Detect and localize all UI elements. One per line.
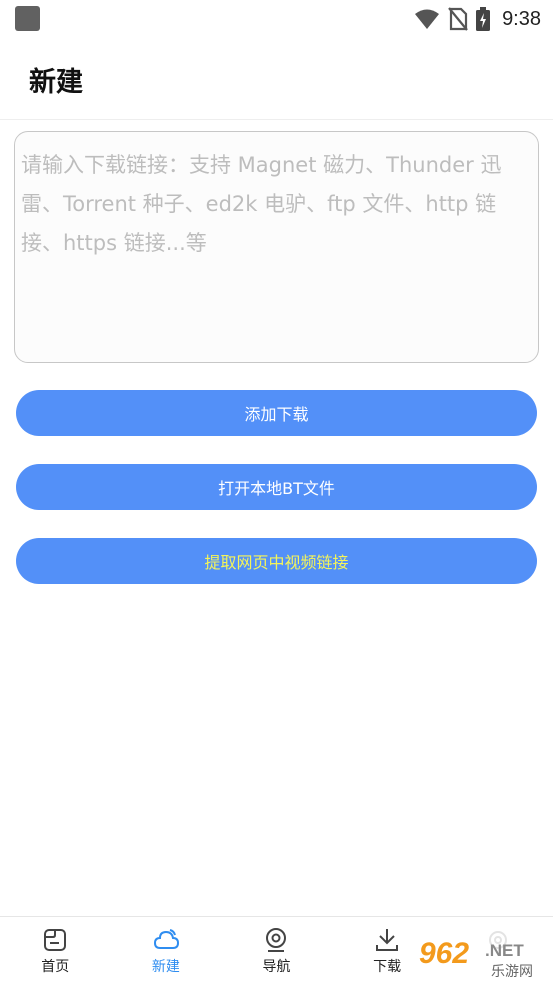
cloud-icon [153, 929, 179, 949]
page-header: 新建 [0, 38, 553, 120]
svg-text:乐游网: 乐游网 [491, 964, 533, 980]
status-indicators: 9:38 [414, 6, 541, 32]
add-download-button[interactable]: 添加下载 [16, 390, 537, 436]
download-icon [376, 929, 399, 951]
extract-video-link-button[interactable]: 提取网页中视频链接 [16, 538, 537, 584]
nav-item-home[interactable]: 首页 [0, 917, 111, 983]
no-sim-icon [448, 7, 468, 31]
nav-label-new: 新建 [151, 959, 180, 975]
download-link-input[interactable] [14, 131, 539, 363]
watermark-logo: 962 .NET 乐游网 [415, 930, 549, 980]
nav-item-new[interactable]: 新建 [111, 917, 222, 983]
status-bar: 9:38 [0, 0, 553, 38]
home-icon [44, 929, 67, 951]
page-title: 新建 [29, 67, 83, 98]
nav-item-navigation[interactable]: 导航 [221, 917, 332, 983]
nav-label-home: 首页 [41, 959, 70, 975]
app-notification-icon [15, 6, 40, 31]
status-time: 9:38 [502, 7, 541, 30]
nav-label-navigation: 导航 [262, 959, 291, 975]
nav-label-downloads: 下载 [373, 959, 402, 975]
svg-text:.NET: .NET [485, 941, 524, 960]
svg-text:962: 962 [419, 937, 469, 970]
open-local-bt-file-button[interactable]: 打开本地BT文件 [16, 464, 537, 510]
compass-icon [266, 928, 287, 952]
battery-charging-icon [476, 7, 491, 31]
wifi-icon [415, 9, 440, 29]
